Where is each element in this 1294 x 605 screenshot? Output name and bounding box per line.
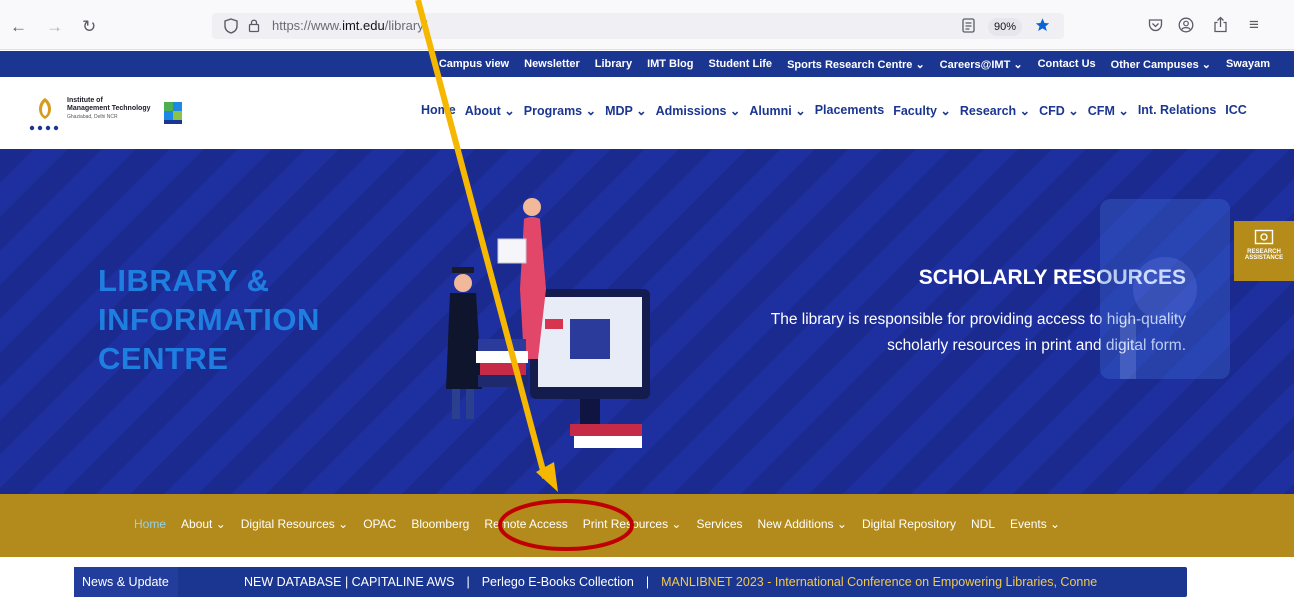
hero-banner: LIBRARY & INFORMATION CENTRE SCHOLARLY R… <box>0 149 1294 494</box>
bookmark-star-icon[interactable] <box>1034 17 1051 33</box>
libnav-item-about[interactable]: About ⌄ <box>181 517 226 531</box>
main-nav: Home About ⌄ Programs ⌄ MDP ⌄ Admissions… <box>421 103 1247 118</box>
nav-item-faculty[interactable]: Faculty ⌄ <box>893 103 951 118</box>
news-items: NEW DATABASE | CAPITALINE AWS | Perlego E-… <box>244 567 1174 597</box>
topbar-link-careers[interactable]: Careers@IMT ⌄ <box>940 58 1023 71</box>
nav-item-cfd[interactable]: CFD ⌄ <box>1039 103 1079 118</box>
nav-item-admissions[interactable]: Admissions ⌄ <box>656 103 741 118</box>
book-search-icon <box>1254 229 1274 245</box>
pocket-icon[interactable] <box>1148 18 1163 32</box>
hero-title: LIBRARY & INFORMATION CENTRE <box>98 263 320 376</box>
menu-icon[interactable]: ≡ <box>1249 15 1259 35</box>
topbar-link-library[interactable]: Library <box>595 58 632 70</box>
news-separator: | <box>466 575 470 589</box>
reader-view-icon[interactable] <box>962 18 975 33</box>
news-item-manlibnet[interactable]: MANLIBNET 2023 - International Conferenc… <box>661 575 1097 589</box>
libnav-item-services[interactable]: Services <box>697 517 743 531</box>
aacsb-accreditation-icon <box>164 102 182 124</box>
imt-logo-icon[interactable] <box>27 95 63 133</box>
site-header: Institute of Management Technology Ghazi… <box>0 77 1294 149</box>
topbar-link-swayam[interactable]: Swayam <box>1226 58 1270 70</box>
institute-name: Institute of Management Technology Ghazi… <box>67 97 151 120</box>
zoom-level[interactable]: 90% <box>988 18 1022 36</box>
nav-item-int-relations[interactable]: Int. Relations <box>1138 103 1216 118</box>
reload-icon[interactable]: ↻ <box>82 17 96 37</box>
nav-item-alumni[interactable]: Alumni ⌄ <box>749 103 805 118</box>
nav-item-research[interactable]: Research ⌄ <box>960 103 1030 118</box>
utility-bar: Campus view Newsletter Library IMT Blog … <box>0 51 1294 77</box>
libnav-item-bloomberg[interactable]: Bloomberg <box>411 517 469 531</box>
libnav-item-remote-access[interactable]: Remote Access <box>484 517 567 531</box>
libnav-item-new-additions[interactable]: New Additions ⌄ <box>758 517 847 531</box>
nav-item-placements[interactable]: Placements <box>815 103 884 118</box>
topbar-link-sports-research[interactable]: Sports Research Centre ⌄ <box>787 58 925 71</box>
decorative-device-icon <box>1100 199 1230 379</box>
nav-item-icc[interactable]: ICC <box>1225 103 1247 118</box>
forward-icon[interactable]: → <box>46 17 63 37</box>
nav-item-cfm[interactable]: CFM ⌄ <box>1088 103 1129 118</box>
shield-icon[interactable] <box>224 18 238 34</box>
nav-item-about[interactable]: About ⌄ <box>465 103 515 118</box>
url-bar[interactable]: https://www.imt.edu/library/ <box>212 13 1064 39</box>
libnav-item-home[interactable]: Home <box>134 517 166 531</box>
libnav-item-opac[interactable]: OPAC <box>363 517 396 531</box>
library-illustration <box>446 198 650 448</box>
lock-icon[interactable] <box>248 18 260 33</box>
nav-item-programs[interactable]: Programs ⌄ <box>524 103 596 118</box>
news-item-capitaline[interactable]: NEW DATABASE | CAPITALINE AWS <box>244 575 454 589</box>
topbar-link-other-campuses[interactable]: Other Campuses ⌄ <box>1111 58 1211 71</box>
topbar-link-newsletter[interactable]: Newsletter <box>524 58 580 70</box>
libnav-item-events[interactable]: Events ⌄ <box>1010 517 1060 531</box>
library-nav: Home About ⌄ Digital Resources ⌄ OPAC Bl… <box>0 494 1294 557</box>
topbar-link-imt-blog[interactable]: IMT Blog <box>647 58 693 70</box>
libnav-item-print-resources[interactable]: Print Resources ⌄ <box>583 517 682 531</box>
news-ticker: News & Update NEW DATABASE | CAPITALINE … <box>74 567 1187 597</box>
share-icon[interactable] <box>1213 16 1228 33</box>
nav-item-home[interactable]: Home <box>421 103 456 118</box>
url-text[interactable]: https://www.imt.edu/library/ <box>272 18 427 33</box>
news-label: News & Update <box>74 567 178 597</box>
account-icon[interactable] <box>1178 17 1194 33</box>
back-icon[interactable]: ← <box>10 17 27 37</box>
topbar-link-student-life[interactable]: Student Life <box>709 58 773 70</box>
browser-toolbar: ← → ↻ https://www.imt.edu/library/ 90% ≡ <box>0 0 1294 50</box>
nav-item-mdp[interactable]: MDP ⌄ <box>605 103 647 118</box>
news-item-perlego[interactable]: Perlego E-Books Collection <box>482 575 634 589</box>
libnav-item-ndl[interactable]: NDL <box>971 517 995 531</box>
libnav-item-digital-resources[interactable]: Digital Resources ⌄ <box>241 517 348 531</box>
libnav-item-digital-repository[interactable]: Digital Repository <box>862 517 956 531</box>
research-assistance-button[interactable]: RESEARCH ASSISTANCE <box>1234 221 1294 281</box>
news-separator: | <box>645 575 650 589</box>
topbar-link-contact[interactable]: Contact Us <box>1038 58 1096 70</box>
topbar-link-campus-view[interactable]: Campus view <box>439 58 509 70</box>
